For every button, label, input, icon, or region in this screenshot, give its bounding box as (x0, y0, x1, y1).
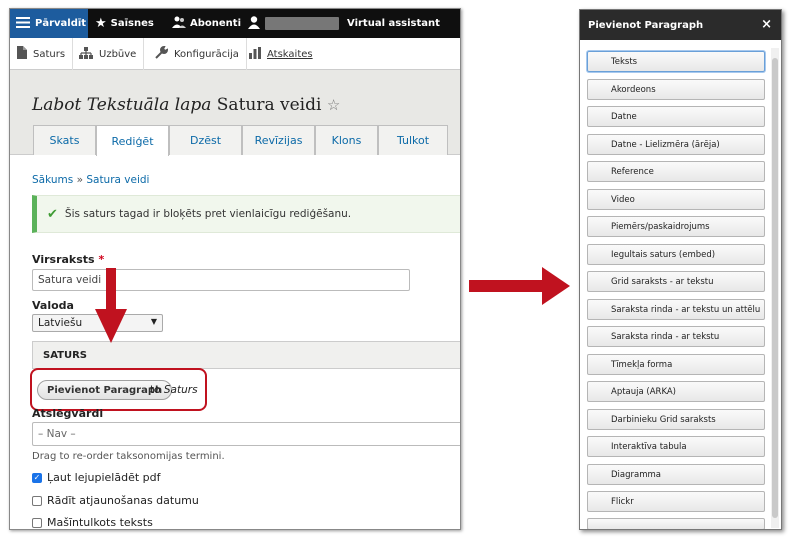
right-arrow-annotation (469, 267, 570, 305)
paragraph-type-button[interactable]: Aptauja (ARKA) (587, 381, 765, 402)
dialog-title: Pievienot Paragraph (588, 19, 704, 31)
paragraph-type-label: Grid saraksts - ar tekstu (611, 276, 714, 287)
add-paragraph-dialog: Pievienot Paragraph × Teksts Akordeons D… (579, 9, 782, 530)
paragraph-type-button[interactable]: Teksts (587, 51, 765, 72)
paragraph-type-label: Piemērs/paskaidrojums (611, 221, 710, 232)
paragraph-type-button[interactable]: Iegultais saturs (embed) (587, 244, 765, 265)
paragraph-type-label: Tīmekļa forma (611, 359, 673, 370)
paragraph-type-button[interactable]: Reference (587, 161, 765, 182)
paragraph-type-label: Aptauja (ARKA) (611, 386, 677, 397)
paragraph-type-label: Interaktīva tabula (611, 441, 687, 452)
paragraph-type-button[interactable]: Flickr (587, 491, 765, 512)
paragraph-type-button[interactable]: Datne (587, 106, 765, 127)
paragraph-type-button[interactable]: Video (587, 189, 765, 210)
paragraph-type-button[interactable]: Akordeons (587, 79, 765, 100)
paragraph-type-button[interactable]: Interaktīva tabula (587, 436, 765, 457)
dialog-scrollbar-thumb[interactable] (772, 58, 778, 518)
close-icon[interactable]: × (761, 17, 772, 32)
paragraph-type-button[interactable]: Piemērs/paskaidrojums (587, 216, 765, 237)
paragraph-type-button[interactable]: Saraksta rinda - ar tekstu (587, 326, 765, 347)
paragraph-type-label: Flickr (611, 496, 634, 507)
paragraph-type-label: Teksts (611, 56, 638, 67)
down-arrow-annotation (95, 268, 127, 343)
paragraph-type-label: Datne (611, 111, 637, 122)
paragraph-type-label: Akordeons (611, 84, 656, 95)
paragraph-type-button[interactable]: Grid saraksts - ar tekstu (587, 271, 765, 292)
paragraph-type-button[interactable]: Saraksta rinda - ar tekstu un attēlu (587, 299, 765, 320)
paragraph-type-button[interactable]: Tīmekļa forma (587, 354, 765, 375)
paragraph-type-label: Saraksta rinda - ar tekstu un attēlu (611, 304, 761, 315)
paragraph-type-button-partial[interactable] (587, 518, 765, 529)
paragraph-type-label: Darbinieku Grid saraksts (611, 414, 716, 425)
paragraph-type-label: Saraksta rinda - ar tekstu (611, 331, 720, 342)
paragraph-type-button[interactable]: Datne - Lielizmēra (ārēja) (587, 134, 765, 155)
paragraph-type-button[interactable]: Darbinieku Grid saraksts (587, 409, 765, 430)
paragraph-type-button[interactable]: Diagramma (587, 464, 765, 485)
paragraph-type-label: Iegultais saturs (embed) (611, 249, 716, 260)
paragraph-type-label: Diagramma (611, 469, 661, 480)
paragraph-type-label: Datne - Lielizmēra (ārēja) (611, 139, 720, 150)
paragraph-type-label: Reference (611, 166, 654, 177)
dialog-scrollbar[interactable] (771, 48, 779, 528)
dialog-titlebar: Pievienot Paragraph (580, 10, 781, 40)
paragraph-type-label: Video (611, 194, 635, 205)
